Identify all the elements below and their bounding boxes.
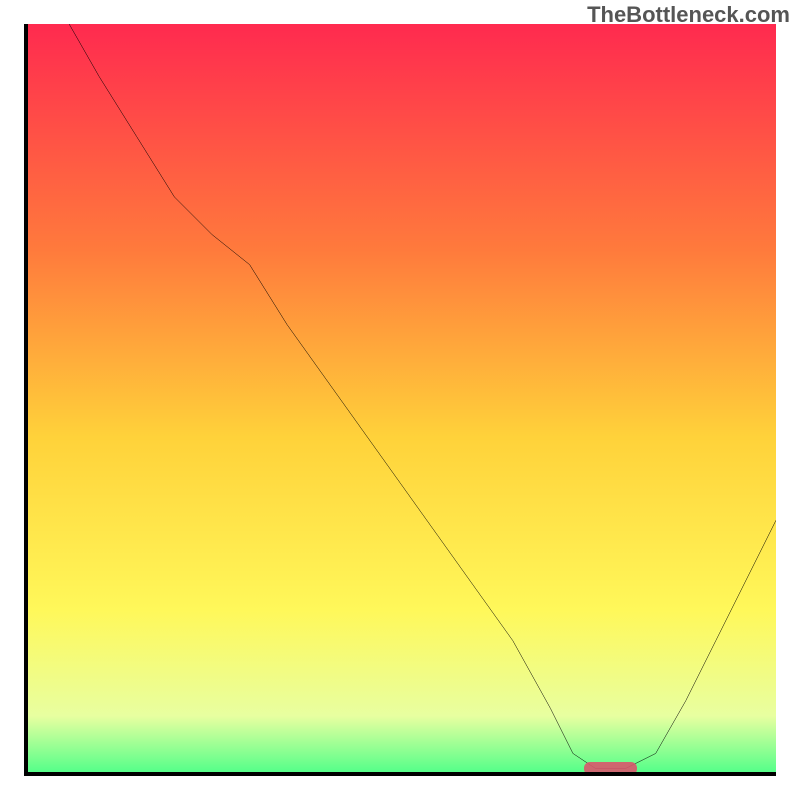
- chart-container: TheBottleneck.com: [0, 0, 800, 800]
- plot-area: [24, 24, 776, 776]
- optimal-marker: [584, 762, 637, 774]
- watermark-text: TheBottleneck.com: [587, 2, 790, 28]
- bottleneck-curve: [24, 24, 776, 776]
